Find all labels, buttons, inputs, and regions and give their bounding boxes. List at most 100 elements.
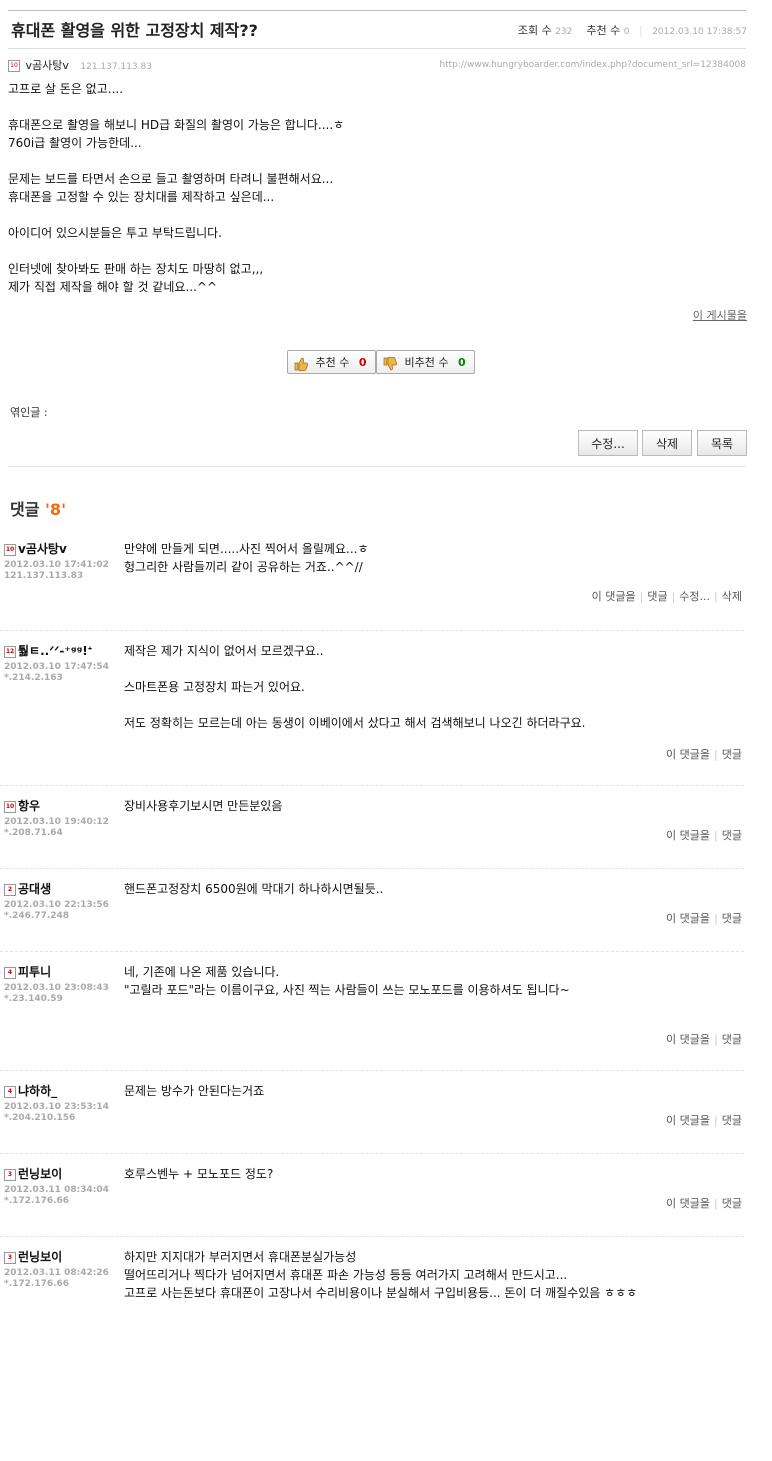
actions-divider	[8, 466, 746, 467]
comment-author[interactable]: 12 퉗ㅌ..ᐟᐟ-⁺ᵍᵍ!ᐩ	[4, 642, 92, 659]
comment-author-name: 피투니	[18, 965, 52, 979]
post-body-line: 제가 직접 제작을 해야 할 것 같네요...^^	[8, 280, 218, 294]
comment-date: 2012.03.10 17:47:54	[4, 662, 109, 672]
comment-actions: 이 댓글을 | 댓글	[666, 1031, 742, 1047]
comment-ip: *.23.140.59	[4, 994, 63, 1004]
delete-button[interactable]: 삭제	[642, 430, 692, 456]
post-url[interactable]: http://www.hungryboarder.com/index.php?d…	[439, 60, 746, 70]
post-datetime: 2012.03.10 17:38:57	[652, 27, 747, 37]
comment-action-link[interactable]: 이 댓글을	[666, 748, 710, 761]
comment-action-link[interactable]: 댓글	[647, 590, 667, 603]
comments-header-label: 댓글	[10, 500, 40, 519]
recommend-count: 0	[623, 27, 630, 37]
comment-meta: 2012.03.10 23:08:43 *.23.140.59	[4, 983, 109, 1005]
comment-text: 호루스벤누 + 모노포드 정도?	[124, 1167, 274, 1181]
comment-action-link[interactable]: 이 댓글을	[666, 1033, 710, 1046]
comment-text: 제작은 제가 지식이 없어서 모르겠구요.. 스마트폰용 고정장치 파는거 있어…	[124, 644, 586, 730]
post-body-line	[8, 242, 748, 260]
comment-author[interactable]: 2 공대생	[4, 880, 51, 897]
post-meta: 조회 수 232 추천 수 0 | 2012.03.10 17:38:57	[518, 22, 747, 38]
comment-action-link[interactable]: 댓글	[722, 912, 742, 925]
post-ip: 121.137.113.83	[80, 62, 152, 72]
comment-action-link[interactable]: 댓글	[722, 1114, 742, 1127]
comment-action-link[interactable]: 이 댓글을	[592, 590, 636, 603]
disrecommend-button-label: 비추천 수	[404, 356, 449, 369]
comment-author[interactable]: 4 냐하하_	[4, 1082, 57, 1099]
comments-count: '8'	[45, 500, 66, 519]
comment-action-link[interactable]: 댓글	[722, 829, 742, 842]
recommend-label: 추천 수	[586, 24, 621, 37]
comment-action-link[interactable]: 이 댓글을	[666, 829, 710, 842]
comment-actions: 이 댓글을 | 댓글	[666, 1195, 742, 1211]
comment-action-link[interactable]: 수정...	[679, 590, 710, 603]
comment-author[interactable]: 4 피투니	[4, 963, 51, 980]
comment-divider	[0, 785, 744, 786]
level-icon: 12	[4, 645, 16, 658]
top-divider	[8, 10, 746, 11]
level-icon: 3	[4, 1251, 16, 1264]
comment-action-link[interactable]: 삭제	[722, 590, 742, 603]
views-label: 조회 수	[517, 24, 552, 37]
comment-action-link[interactable]: 이 댓글을	[666, 1197, 710, 1210]
comment-author[interactable]: 3 런닝보이	[4, 1165, 62, 1182]
comment-author[interactable]: 10 v곰사탕v	[4, 540, 67, 557]
comment-action-link[interactable]: 댓글	[722, 748, 742, 761]
post-body-line: 760i급 촬영이 가능한데...	[8, 136, 142, 150]
edit-button[interactable]: 수정...	[578, 430, 638, 456]
post-author-row: 10 v곰사탕v 121.137.113.83	[8, 57, 152, 73]
post-body-line	[8, 206, 748, 224]
comment-author-name: 퉗ㅌ..ᐟᐟ-⁺ᵍᵍ!ᐩ	[18, 644, 93, 658]
comment-text: 만약에 만들게 되면.....사진 찍어서 올릴께요...ㅎ 헝그리한 사람들끼…	[124, 542, 369, 574]
board-link[interactable]: 이 게시물을	[693, 307, 747, 323]
level-icon: 3	[4, 1168, 16, 1181]
comment-ip: *.204.210.156	[4, 1113, 76, 1123]
comment-action-link[interactable]: 댓글	[722, 1033, 742, 1046]
comment-divider	[0, 951, 744, 952]
trackback-label: 엮인글 :	[10, 406, 48, 419]
comment-actions: 이 댓글을 | 댓글	[666, 1112, 742, 1128]
comment-ip: *.172.176.66	[4, 1196, 70, 1206]
action-divider: |	[714, 1033, 718, 1046]
disrecommend-button[interactable]: 비추천 수 0	[376, 350, 475, 374]
list-button[interactable]: 목록	[697, 430, 747, 456]
comment-divider	[0, 1153, 744, 1154]
post-body-line: 인터넷에 찾아봐도 판매 하는 장치도 마땅히 없고,,,	[8, 262, 264, 276]
recommend-button[interactable]: 추천 수 0	[287, 350, 376, 374]
action-divider: |	[714, 590, 718, 603]
comment-date: 2012.03.10 19:40:12	[4, 817, 109, 827]
comment-divider	[0, 868, 744, 869]
disrecommend-button-count: 0	[457, 356, 466, 369]
comment-text: 핸드폰고정장치 6500원에 막대기 하나하시면될듯..	[124, 882, 384, 896]
comment-text: 장비사용후기보시면 만든분있음	[124, 799, 283, 813]
post-author[interactable]: v곰사탕v	[26, 59, 69, 72]
comment-ip: 121.137.113.83	[4, 571, 84, 581]
comment-author-name: 냐하하_	[18, 1084, 58, 1098]
action-divider: |	[671, 590, 676, 603]
comment-action-link[interactable]: 댓글	[722, 1197, 742, 1210]
comment-author-name: 런닝보이	[18, 1250, 63, 1264]
comment-action-link[interactable]: 이 댓글을	[666, 1114, 710, 1127]
recommend-button-count: 0	[358, 356, 367, 369]
action-divider: |	[639, 590, 644, 603]
comment-author[interactable]: 10 항우	[4, 797, 40, 814]
comment-date: 2012.03.10 23:53:14	[4, 1102, 109, 1112]
level-icon: 4	[4, 966, 16, 979]
comment-author-name: 항우	[18, 799, 41, 813]
comment-date: 2012.03.11 08:42:26	[4, 1268, 109, 1278]
post-body-line: 문제는 보드를 타면서 손으로 들고 촬영하며 타려니 불편해서요...	[8, 172, 334, 186]
comment-meta: 2012.03.10 19:40:12 *.208.71.64	[4, 817, 109, 839]
action-divider: |	[714, 1197, 718, 1210]
level-icon: 10	[4, 800, 16, 813]
comment-meta: 2012.03.11 08:42:26 *.172.176.66	[4, 1268, 109, 1290]
comment-divider	[0, 1236, 744, 1237]
action-divider: |	[714, 1114, 718, 1127]
post-body-line: 휴대폰을 고정할 수 있는 장치대를 제작하고 싶은데...	[8, 190, 275, 204]
post-body-line: 휴대폰으로 촬영을 해보니 HD급 화질의 촬영이 가능은 합니다....ㅎ	[8, 118, 345, 132]
comment-action-link[interactable]: 이 댓글을	[666, 912, 710, 925]
comment-author[interactable]: 3 런닝보이	[4, 1248, 62, 1265]
recommend-button-label: 추천 수	[315, 356, 350, 369]
comments-header: 댓글 '8'	[10, 496, 66, 520]
views-count: 232	[555, 27, 573, 37]
comment-date: 2012.03.10 23:08:43	[4, 983, 109, 993]
comment-text: 네, 기존에 나온 제품 있습니다. "고릴라 포드"라는 이름이구요, 사진 …	[124, 965, 570, 997]
